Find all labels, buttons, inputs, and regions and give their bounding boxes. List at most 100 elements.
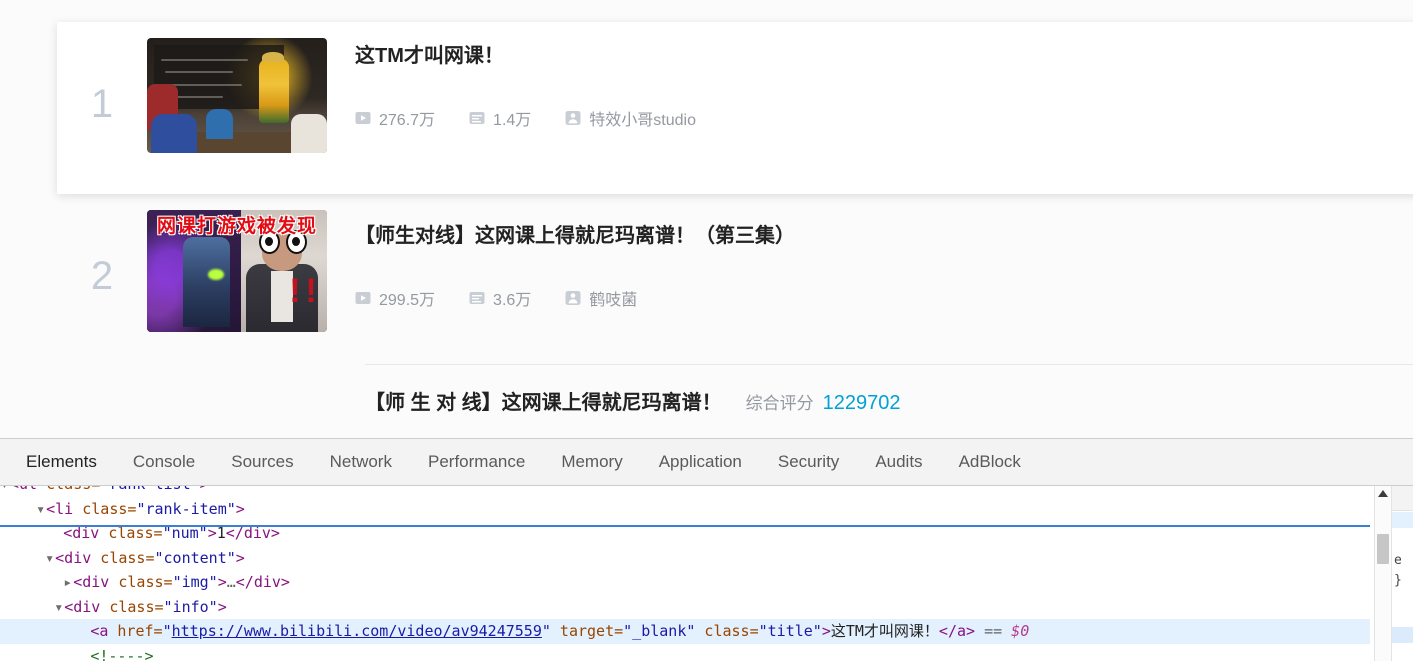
tab-elements[interactable]: Elements xyxy=(8,439,115,485)
tab-security[interactable]: Security xyxy=(760,439,857,485)
dom-tag-close: </a> xyxy=(938,622,976,640)
collapse-triangle-icon[interactable]: ▸ xyxy=(63,570,73,595)
scrollbar-thumb[interactable] xyxy=(1377,534,1389,564)
author: 特效小哥studio xyxy=(565,106,696,130)
dom-attr: class= xyxy=(73,499,137,518)
devtools-body: ▾<ul class="rank-list"> ▾<li class="rank… xyxy=(0,486,1413,661)
dom-pane-top-highlight xyxy=(0,525,1370,527)
performer-shape xyxy=(258,58,290,124)
dom-tree[interactable]: ▾<ul class="rank-list"> ▾<li class="rank… xyxy=(0,486,1370,661)
dom-eq: == xyxy=(975,622,1012,640)
dom-attr: class= xyxy=(91,548,155,567)
dom-tag-close: > xyxy=(235,548,245,567)
dom-line-content[interactable]: ▾<div class="content"> xyxy=(0,546,1370,571)
dom-quote: " xyxy=(162,622,172,640)
author-label: 鹤吱菌 xyxy=(589,292,638,309)
danmaku-icon xyxy=(469,292,485,304)
dom-attr: class= xyxy=(109,573,173,591)
tab-sources[interactable]: Sources xyxy=(213,439,311,485)
dom-line-anchor-selected[interactable]: <a href="https://www.bilibili.com/video/… xyxy=(0,619,1370,644)
dom-comment-node: <!----> xyxy=(90,646,154,661)
author: 鹤吱菌 xyxy=(565,286,637,310)
styles-pane[interactable]: e } xyxy=(1391,486,1413,661)
tab-console[interactable]: Console xyxy=(115,439,213,485)
rank-item-content: 这TM才叫网课！ 276.7万 1.4万 特效小哥studio xyxy=(147,22,730,153)
styles-text-fragment: e xyxy=(1394,553,1402,568)
danmaku-count: 1.4万 xyxy=(469,106,531,130)
user-icon xyxy=(565,111,581,125)
tab-application[interactable]: Application xyxy=(641,439,760,485)
game-character-shape xyxy=(183,236,230,328)
dom-attr-value: "_blank" xyxy=(623,622,696,640)
student-shape xyxy=(291,113,327,153)
styles-pane-header xyxy=(1392,486,1413,511)
score-value: 1229702 xyxy=(822,392,901,414)
dom-attr-value: "rank-item" xyxy=(136,499,236,518)
dom-tag: <div xyxy=(64,597,101,616)
dom-attr-value: "content" xyxy=(154,548,236,567)
dom-text-node: 这TM才叫网课！ xyxy=(830,622,939,640)
styles-text-fragment: } xyxy=(1394,573,1402,588)
thumbnail-banner-text: 网课打游戏被发现 xyxy=(156,216,317,238)
dom-tag-close: > xyxy=(821,622,831,640)
dom-line-li[interactable]: ▾<li class="rank-item"> xyxy=(0,497,1370,522)
dom-attr: href= xyxy=(108,622,163,640)
dom-tree-scrollbar[interactable] xyxy=(1374,486,1391,661)
video-thumbnail[interactable] xyxy=(147,38,327,153)
dom-line-img[interactable]: ▸<div class="img">…</div> xyxy=(0,570,1370,595)
rank-item[interactable]: 2 ! ! 网课打游戏被发现 【师生对线】这网课上得就尼玛离谱！（第三集） 29… xyxy=(57,204,1413,364)
student-shape xyxy=(150,113,198,153)
tab-adblock[interactable]: AdBlock xyxy=(941,439,1039,485)
expand-triangle-icon[interactable]: ▾ xyxy=(36,497,46,522)
styles-highlight-row xyxy=(1392,627,1413,643)
play-icon xyxy=(355,112,371,124)
score-row: 【师 生 对 线】这网课上得就尼玛离谱！ 综合评分 1229702 xyxy=(365,386,901,415)
dom-tag-close: > xyxy=(235,499,245,518)
play-count: 299.5万 xyxy=(355,286,435,310)
danmaku-count-label: 1.4万 xyxy=(493,112,532,129)
dom-tag-close: > xyxy=(200,486,209,493)
expand-triangle-icon[interactable]: ▾ xyxy=(54,595,64,620)
rank-list: 1 这TM才叫网课！ 276.7万 1.4万 特效小哥studio 2 ! ! … xyxy=(0,0,1413,438)
dom-ellipsis[interactable]: … xyxy=(227,573,236,591)
performer-hat-shape xyxy=(262,51,284,63)
video-title-link[interactable]: 【师生对线】这网课上得就尼玛离谱！（第三集） xyxy=(355,224,795,248)
dom-tag-close: > xyxy=(217,573,227,591)
dom-attr: class= xyxy=(100,597,164,616)
video-stats: 276.7万 1.4万 特效小哥studio xyxy=(355,106,730,130)
devtools-panel: Elements Console Sources Network Perform… xyxy=(0,438,1413,661)
dom-line-ul[interactable]: ▾<ul class="rank-list"> xyxy=(0,486,1370,497)
exclamation-mark-shape: ! xyxy=(305,272,317,311)
expand-triangle-icon[interactable]: ▾ xyxy=(0,486,10,497)
rank-item-content: ! ! 网课打游戏被发现 【师生对线】这网课上得就尼玛离谱！（第三集） 299.… xyxy=(147,204,795,332)
play-count: 276.7万 xyxy=(355,106,435,130)
tab-performance[interactable]: Performance xyxy=(410,439,543,485)
rank-number: 1 xyxy=(90,82,114,126)
rank-item[interactable]: 1 这TM才叫网课！ 276.7万 1.4万 特效小哥studio xyxy=(57,22,1413,194)
tab-audits[interactable]: Audits xyxy=(857,439,940,485)
tab-memory[interactable]: Memory xyxy=(543,439,640,485)
play-count-label: 299.5万 xyxy=(379,292,436,309)
video-title-link[interactable]: 这TM才叫网课！ xyxy=(355,44,730,68)
video-thumbnail[interactable]: ! ! 网课打游戏被发现 xyxy=(147,210,327,332)
play-count-label: 276.7万 xyxy=(379,112,436,129)
danmaku-count: 3.6万 xyxy=(469,286,531,310)
score-label: 综合评分 xyxy=(745,394,814,413)
tab-network[interactable]: Network xyxy=(312,439,410,485)
dom-href-link[interactable]: https://www.bilibili.com/video/av9424755… xyxy=(172,622,542,640)
dom-line-comment[interactable]: <!----> xyxy=(0,644,1370,661)
dom-line-info[interactable]: ▾<div class="info"> xyxy=(0,595,1370,620)
dom-tag: <div xyxy=(55,548,92,567)
styles-selected-row xyxy=(1392,512,1413,528)
rank-item-info: 【师生对线】这网课上得就尼玛离谱！（第三集） 299.5万 3.6万 鹤吱菌 xyxy=(327,210,795,310)
dom-quote: " xyxy=(541,622,551,640)
score-divider xyxy=(365,364,1413,365)
dom-tag-close: > xyxy=(217,597,227,616)
dom-tag: <ul xyxy=(10,486,37,493)
dom-attr-value: "title" xyxy=(758,622,822,640)
scroll-up-arrow-icon[interactable] xyxy=(1378,490,1388,497)
dom-attr-value: "img" xyxy=(172,573,218,591)
dom-tag: <div xyxy=(73,573,110,591)
rank-number: 2 xyxy=(90,254,114,298)
expand-triangle-icon[interactable]: ▾ xyxy=(45,546,55,571)
